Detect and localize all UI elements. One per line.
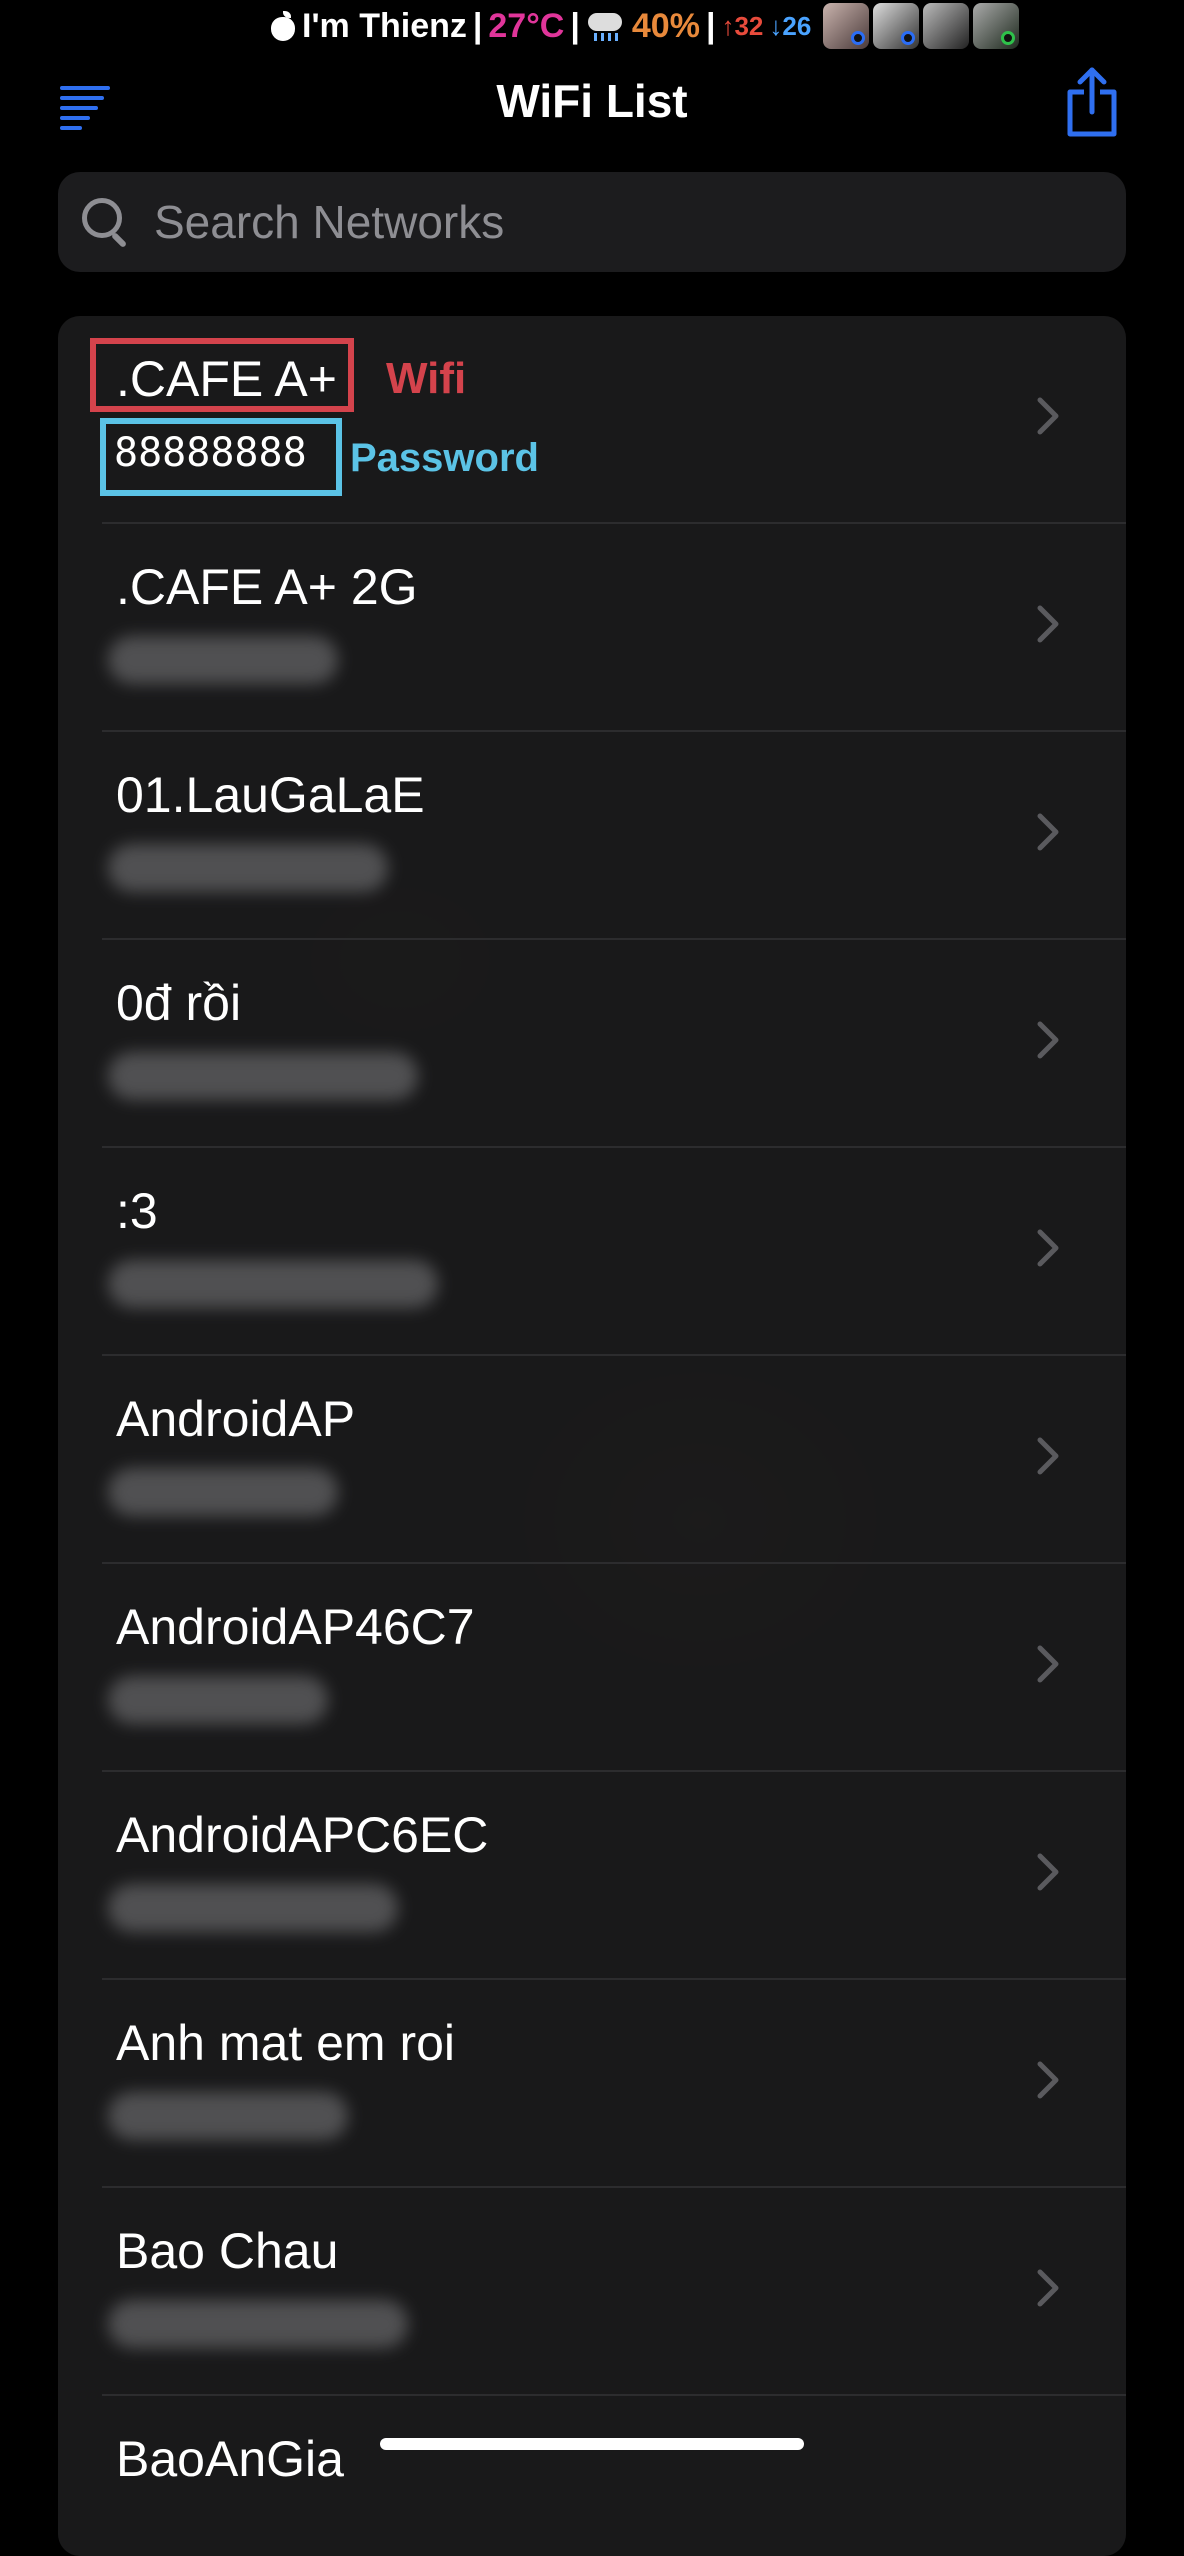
chevron-right-icon: [1036, 2268, 1060, 2308]
status-separator: |: [705, 6, 716, 45]
password-annotation-label: Password: [350, 436, 539, 480]
status-separator: |: [472, 6, 483, 45]
network-ssid: BaoAnGia: [116, 2431, 344, 2487]
list-item[interactable]: 0đ rồi: [58, 940, 1126, 1148]
search-input[interactable]: [152, 194, 1126, 250]
chevron-right-icon: [1036, 812, 1060, 852]
password-redacted: [108, 2300, 408, 2348]
chevron-right-icon: [1036, 2060, 1060, 2100]
chevron-right-icon: [1036, 1852, 1060, 1892]
network-ssid: 0đ rồi: [116, 975, 242, 1031]
chevron-right-icon: [1036, 396, 1060, 436]
status-bar: I'm Thienz | 27°C | 40% | ↑32 ↓26: [270, 0, 1184, 52]
chevron-right-icon: [1036, 1228, 1060, 1268]
password-redacted: [108, 1884, 398, 1932]
list-item[interactable]: .CAFE A+ 2G: [58, 524, 1126, 732]
list-item[interactable]: Bao Chau: [58, 2188, 1126, 2396]
status-avatars: [823, 3, 1020, 49]
network-ssid: .CAFE A+ 2G: [116, 559, 418, 615]
password-redacted: [108, 636, 338, 684]
password-redacted: [108, 1468, 338, 1516]
search-bar[interactable]: [58, 172, 1126, 272]
avatar: [973, 3, 1020, 49]
page-title: WiFi List: [496, 75, 688, 127]
status-user: I'm Thienz: [302, 6, 467, 45]
chevron-right-icon: [1036, 1644, 1060, 1684]
network-ssid: .CAFE A+: [116, 351, 337, 407]
list-item[interactable]: :3: [58, 1148, 1126, 1356]
avatar: [823, 3, 870, 49]
rain-cloud-icon: [586, 9, 626, 43]
status-rain-chance: 40%: [631, 6, 700, 45]
network-ssid: AndroidAPC6EC: [116, 1807, 489, 1863]
status-upload: ↑32: [721, 10, 764, 41]
list-item[interactable]: BaoAnGia: [58, 2396, 1126, 2556]
password-redacted: [108, 1676, 328, 1724]
password-redacted: [108, 1260, 438, 1308]
list-item[interactable]: Anh mat em roi: [58, 1980, 1126, 2188]
network-ssid: 01.LauGaLaE: [116, 767, 425, 823]
chevron-right-icon: [1036, 1436, 1060, 1476]
password-redacted: [108, 1052, 418, 1100]
network-ssid: AndroidAP: [116, 1391, 356, 1447]
avatar: [923, 3, 970, 49]
network-ssid: :3: [116, 1183, 158, 1239]
wifi-annotation-label: Wifi: [386, 354, 467, 403]
list-item[interactable]: AndroidAPC6EC: [58, 1772, 1126, 1980]
chevron-right-icon: [1036, 604, 1060, 644]
password-redacted: [108, 844, 388, 892]
list-item[interactable]: .CAFE A+ Wifi 88888888 Password: [58, 316, 1126, 524]
list-item[interactable]: AndroidAP: [58, 1356, 1126, 1564]
status-temperature: 27°C: [488, 6, 565, 45]
network-ssid: AndroidAP46C7: [116, 1599, 475, 1655]
chevron-right-icon: [1036, 1020, 1060, 1060]
list-item[interactable]: 01.LauGaLaE: [58, 732, 1126, 940]
list-item[interactable]: AndroidAP46C7: [58, 1564, 1126, 1772]
network-list: .CAFE A+ Wifi 88888888 Password .CAFE A+…: [58, 316, 1126, 2556]
network-password: 88888888: [114, 430, 307, 476]
home-indicator[interactable]: [380, 2438, 804, 2450]
share-icon: [1067, 67, 1117, 137]
password-redacted: [108, 2092, 348, 2140]
search-icon: [80, 196, 132, 248]
avatar: [873, 3, 920, 49]
share-button[interactable]: [1064, 66, 1120, 138]
status-separator: |: [570, 6, 580, 45]
network-ssid: Bao Chau: [116, 2223, 339, 2279]
network-ssid: Anh mat em roi: [116, 2015, 456, 2071]
apple-icon: [270, 11, 296, 41]
status-download: ↓26: [769, 10, 812, 41]
